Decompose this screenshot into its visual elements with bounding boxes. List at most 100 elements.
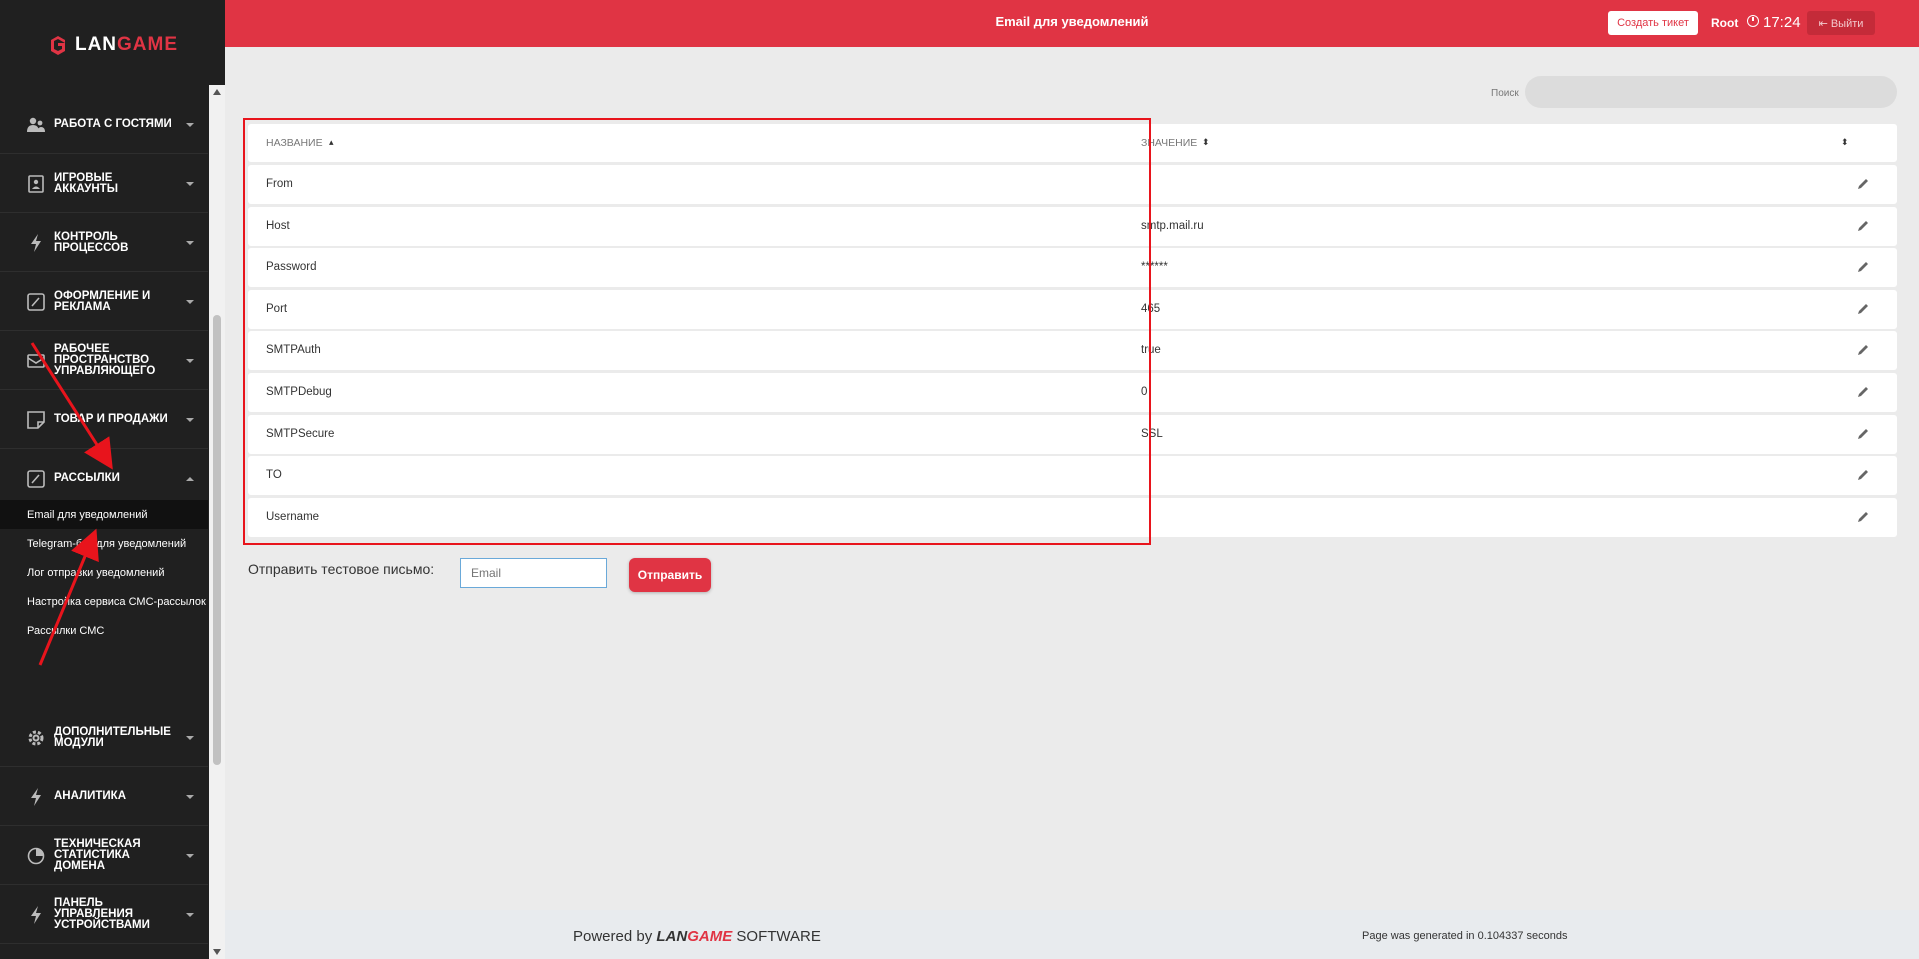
pencil-icon[interactable] (1857, 510, 1871, 524)
pencil-icon[interactable] (1857, 177, 1871, 191)
users-icon (26, 115, 46, 135)
sidebar-item-label: Рассылки (54, 472, 120, 484)
pencil-icon[interactable] (1857, 343, 1871, 357)
lightning-icon (26, 787, 46, 807)
test-email-input[interactable] (460, 558, 607, 588)
sidebar-item[interactable]: Товар и продажи (0, 391, 208, 449)
search-input[interactable] (1525, 76, 1897, 108)
logout-icon: ⇤ (1818, 17, 1831, 30)
sidebar-item-label: Панель управления устройствами (54, 897, 150, 931)
logo-icon (50, 36, 65, 55)
chevron-down-icon (186, 181, 194, 186)
cell-name: Port (266, 302, 288, 315)
powered-by: Powered by LANGAME SOFTWARE (573, 928, 821, 945)
send-test-button[interactable]: Отправить (629, 558, 711, 592)
chevron-down-icon (186, 240, 194, 245)
create-ticket-button[interactable]: Создать тикет (1608, 11, 1698, 35)
sidebar-subitem[interactable]: Email для уведомлений (0, 500, 208, 529)
sidebar-item[interactable]: Работа с гостями (0, 96, 208, 154)
cell-name: SMTPDebug (266, 386, 332, 398)
cell-value: true (1141, 344, 1161, 357)
sidebar-item-label: Работа с гостями (54, 118, 172, 130)
sort-actions-icon[interactable]: ⬍ (1841, 137, 1849, 148)
cell-value: smtp.mail.ru (1141, 219, 1204, 232)
sidebar-item[interactable]: Гости (0, 945, 208, 959)
footer: Powered by LANGAME SOFTWARE Page was gen… (225, 910, 1919, 959)
table-row: SMTPSecure SSL (248, 414, 1897, 454)
sidebar-subitem[interactable]: Лог отправки уведомлений (0, 558, 208, 587)
scroll-down-arrow-icon[interactable] (213, 949, 221, 955)
sidebar-scrollbar[interactable] (209, 85, 225, 959)
chevron-down-icon (186, 299, 194, 304)
chevron-down-icon (186, 358, 194, 363)
table-row: SMTPAuth true (248, 331, 1897, 371)
clock-icon (1747, 15, 1759, 27)
sidebar-item[interactable]: Техническая статистика домена (0, 827, 208, 885)
chevron-down-icon (186, 735, 194, 740)
sidebar-item[interactable]: Панель управления устройствами (0, 886, 208, 944)
column-header-name[interactable]: Название (266, 137, 323, 149)
sidebar-item-label: Аналитика (54, 790, 127, 802)
table-row: Port 465 (248, 289, 1897, 329)
cell-name: Username (266, 510, 320, 523)
pencil-icon[interactable] (1857, 260, 1871, 274)
sidebar-item-label: Товар и продажи (54, 413, 168, 425)
sidebar-item-label: Оформление и реклама (54, 289, 151, 313)
pencil-icon[interactable] (1857, 302, 1871, 316)
sidebar-item-label: Контроль процессов (54, 230, 129, 254)
chevron-down-icon (186, 794, 194, 799)
sidebar-subitem[interactable]: Настройка сервиса СМС-рассылок (0, 587, 208, 616)
table-row: Password ****** (248, 248, 1897, 288)
envelope-icon (26, 351, 46, 371)
generation-time: Page was generated in 0.104337 seconds (1362, 930, 1568, 942)
sidebar-item[interactable]: Рабочее пространство управляющего (0, 332, 208, 390)
cell-name: SMTPAuth (266, 344, 321, 357)
logout-label: Выйти (1830, 17, 1864, 30)
sidebar-item[interactable]: Аналитика (0, 768, 208, 826)
sidebar-item[interactable]: Оформление и реклама (0, 273, 208, 331)
table-row: SMTPDebug 0 (248, 373, 1897, 412)
sidebar: LANGAME Работа с гостями Игровые аккаунты… (0, 0, 225, 959)
search-label: Поиск (1491, 88, 1519, 99)
pie-chart-icon (26, 846, 46, 866)
scroll-up-arrow-icon[interactable] (213, 89, 221, 95)
pencil-icon[interactable] (1857, 219, 1871, 233)
cell-name: Password (266, 261, 317, 274)
gear-icon (26, 728, 46, 748)
scrollbar-thumb[interactable] (213, 315, 221, 765)
chevron-down-icon (186, 417, 194, 422)
sort-icon[interactable]: ⬍ (1202, 137, 1210, 148)
table-row: TO (248, 456, 1897, 496)
clock-time: 17:24 (1763, 14, 1801, 31)
sidebar-item-label: Рабочее пространство управляющего (54, 343, 156, 377)
top-header: Email для уведомлений Создать тикет Root… (225, 0, 1919, 47)
edit-square-icon (26, 292, 46, 312)
pencil-icon[interactable] (1857, 385, 1871, 399)
pencil-icon[interactable] (1857, 427, 1871, 441)
chevron-down-icon (186, 853, 194, 858)
cell-value: ****** (1141, 261, 1168, 274)
logo-text: LANGAME (74, 34, 179, 55)
id-card-icon (26, 174, 46, 194)
column-header-value[interactable]: Значение (1141, 137, 1197, 149)
sidebar-subitem[interactable]: Рассылки СМС (0, 616, 208, 645)
logout-button[interactable]: ⇤ Выйти (1807, 11, 1875, 35)
note-icon (26, 410, 46, 430)
pencil-icon[interactable] (1857, 468, 1871, 482)
chevron-down-icon (186, 912, 194, 917)
sidebar-item-label: Техническая статистика домена (54, 838, 141, 872)
sidebar-item[interactable]: Контроль процессов (0, 214, 208, 272)
chevron-down-icon (186, 122, 194, 127)
user-name[interactable]: Root (1711, 16, 1738, 30)
sidebar-item[interactable]: Игровые аккаунты (0, 155, 208, 213)
cell-value: 0 (1141, 386, 1148, 398)
chevron-up-icon (186, 476, 194, 481)
logo[interactable]: LANGAME (0, 0, 225, 90)
cell-value: 465 (1141, 302, 1161, 315)
table-row: From (248, 165, 1897, 204)
sidebar-subitem[interactable]: Telegram-бот для уведомлений (0, 529, 208, 558)
cell-name: Host (266, 219, 290, 232)
sidebar-item[interactable]: Дополнительные модули (0, 709, 208, 767)
sort-asc-icon[interactable]: ▴ (329, 137, 334, 148)
lightning-icon (26, 233, 46, 253)
